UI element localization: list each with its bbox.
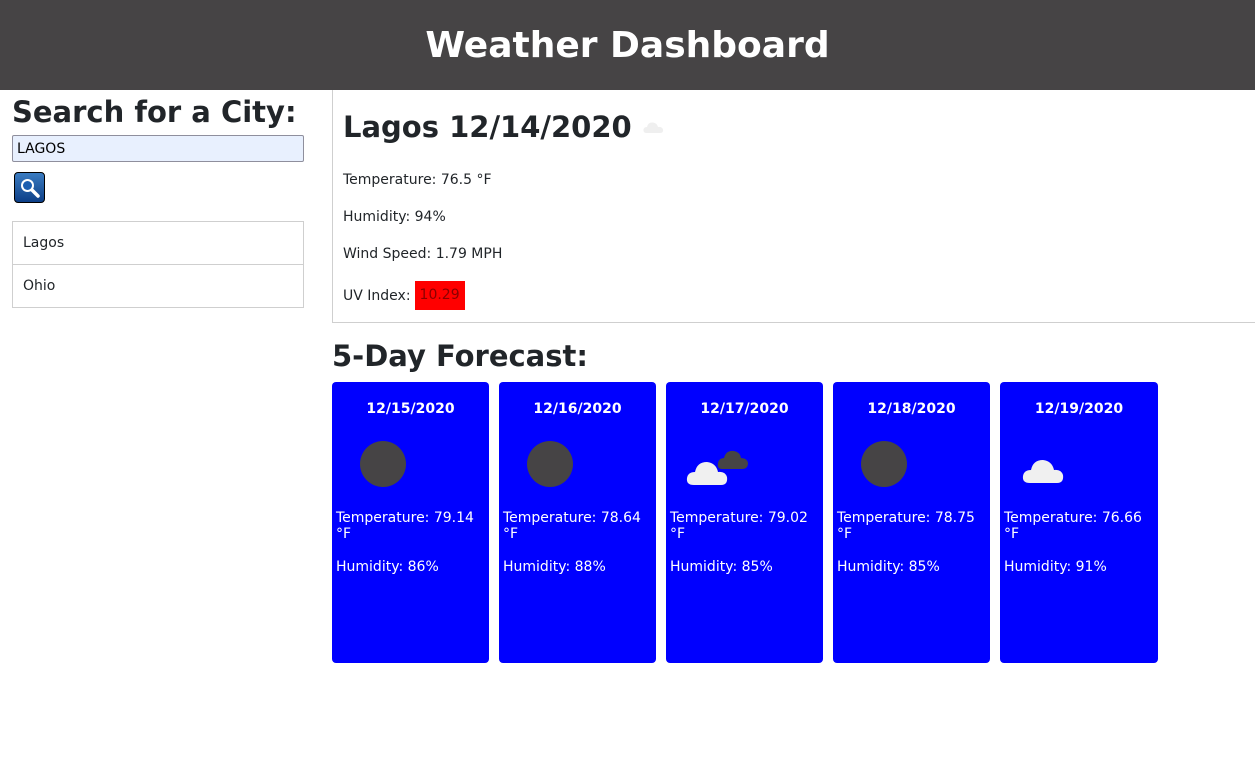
forecast-humidity: Humidity: 91%	[1004, 559, 1107, 575]
forecast-date: 12/16/2020	[533, 401, 622, 417]
forecast-card: 12/19/2020 Temperature: 76.66 °F Humidit…	[1000, 382, 1158, 663]
broken-clouds-icon	[686, 450, 748, 485]
cloud-icon	[1022, 460, 1064, 483]
forecast-temperature: Temperature: 79.14 °F	[336, 510, 474, 542]
search-heading: Search for a City:	[12, 95, 297, 129]
history-item-ohio[interactable]: Ohio	[13, 265, 303, 307]
forecast-date: 12/19/2020	[1034, 401, 1124, 417]
cloud-icon	[643, 122, 663, 133]
forecast-date: 12/17/2020	[700, 401, 789, 417]
dark-circle-icon	[360, 441, 406, 487]
search-history-list: Lagos Ohio	[12, 221, 304, 308]
dark-circle-icon	[527, 441, 573, 487]
history-item-lagos[interactable]: Lagos	[13, 222, 303, 265]
city-date-label: Lagos 12/14/2020	[343, 110, 632, 144]
current-weather-panel: Lagos 12/14/2020 Temperature: 76.5 °F Hu…	[332, 90, 1255, 323]
forecast-heading: 5-Day Forecast:	[332, 339, 588, 373]
search-icon	[21, 179, 40, 198]
forecast-card: 12/16/2020 Temperature: 78.64 °F Humidit…	[499, 382, 656, 663]
dark-circle-icon	[861, 441, 907, 487]
forecast-temperature: Temperature: 78.64 °F	[503, 510, 641, 542]
current-temperature: Temperature: 76.5 °F	[343, 172, 492, 188]
current-uv-index: UV Index: 10.29	[343, 281, 1255, 310]
current-humidity: Humidity: 94%	[343, 209, 446, 225]
forecast-temperature: Temperature: 78.75 °F	[837, 510, 975, 542]
forecast-card: 12/17/2020 Temperature: 79.02 °F Humidit…	[666, 382, 823, 663]
forecast-date: 12/15/2020	[366, 401, 455, 417]
current-weather-heading: Lagos 12/14/2020	[343, 108, 1255, 146]
forecast-temperature: Temperature: 76.66 °F	[1004, 510, 1142, 542]
search-sidebar: Search for a City: Lagos Ohio	[12, 90, 304, 308]
forecast-humidity: Humidity: 85%	[837, 559, 940, 575]
forecast-humidity: Humidity: 85%	[670, 559, 773, 575]
forecast-card: 12/18/2020 Temperature: 78.75 °F Humidit…	[833, 382, 990, 663]
page-header: Weather Dashboard	[0, 0, 1255, 90]
uv-index-label: UV Index:	[343, 287, 411, 304]
forecast-humidity: Humidity: 88%	[503, 559, 606, 575]
current-wind-speed: Wind Speed: 1.79 MPH	[343, 246, 503, 262]
forecast-card: 12/15/2020 Temperature: 79.14 °F Humidit…	[332, 382, 489, 663]
uv-index-badge: 10.29	[414, 281, 465, 310]
forecast-humidity: Humidity: 86%	[336, 559, 439, 575]
forecast-date: 12/18/2020	[867, 401, 956, 417]
search-button[interactable]	[14, 172, 45, 203]
forecast-temperature: Temperature: 79.02 °F	[670, 510, 808, 542]
page-title: Weather Dashboard	[425, 24, 830, 66]
forecast-cards: 12/15/2020 Temperature: 79.14 °F Humidit…	[332, 382, 1158, 663]
main-content: Search for a City: Lagos Ohio Lagos 12/1…	[0, 90, 1255, 781]
city-search-input[interactable]	[12, 135, 304, 162]
